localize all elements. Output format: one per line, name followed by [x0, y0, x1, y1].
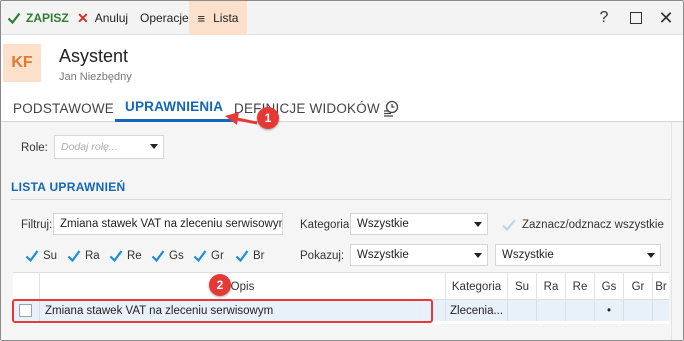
column-header[interactable]: Gs: [594, 273, 623, 300]
column-header[interactable]: Br: [652, 273, 669, 300]
table-header: Opis Kategoria Su Ra Re Gs Gr Br: [13, 273, 669, 300]
category-label: Kategoria:: [300, 219, 353, 231]
cancel-label: Anuluj: [94, 11, 129, 25]
check-label: Gs: [169, 250, 184, 262]
check-label: Su: [43, 250, 58, 262]
check-icon: [235, 250, 249, 263]
check-label: Re: [127, 250, 142, 262]
scrollbar[interactable]: [671, 122, 683, 340]
step-badge-2: 2: [209, 274, 231, 296]
page-subtitle: Jan Niezbędny: [59, 71, 132, 83]
check-icon: [25, 250, 39, 263]
check-icon: [151, 250, 165, 263]
help-icon[interactable]: ?: [589, 1, 619, 35]
avatar: KF: [3, 44, 41, 82]
page-title: Asystent: [59, 46, 129, 66]
check-label: Br: [253, 250, 265, 262]
roles-select[interactable]: Dodaj rolę...: [54, 135, 164, 159]
tab-basic[interactable]: PODSTAWOWE: [13, 94, 114, 122]
gr-cell[interactable]: [623, 300, 652, 321]
tab-view-definitions[interactable]: DEFINICJE WIDOKÓW: [234, 94, 380, 122]
filter-input[interactable]: Zmiana stawek VAT na zleceniu serwisowym: [53, 213, 283, 235]
chevron-down-icon: [474, 222, 482, 227]
gs-cell[interactable]: •: [594, 300, 623, 321]
secondary-select[interactable]: Wszystkie: [495, 244, 661, 266]
chevron-down-icon: [150, 144, 158, 149]
checkmark-outline-icon: [502, 219, 516, 231]
check-icon: [7, 12, 21, 25]
header-select-column: [13, 273, 39, 300]
check-gs[interactable]: Gs: [151, 247, 184, 265]
chevron-down-icon: [474, 253, 482, 258]
operations-button[interactable]: Operacje: [140, 1, 189, 35]
show-select[interactable]: Wszystkie: [350, 244, 488, 266]
step-badge-1: 1: [257, 107, 279, 129]
column-header[interactable]: Ra: [536, 273, 565, 300]
check-re[interactable]: Re: [109, 247, 142, 265]
list-button[interactable]: ≡ Lista: [189, 1, 247, 35]
hamburger-icon: ≡: [197, 10, 206, 26]
clock-icon: [384, 100, 399, 117]
secondary-value: Wszystkie: [502, 249, 554, 261]
check-ra[interactable]: Ra: [67, 247, 100, 265]
highlight-box: [12, 299, 433, 323]
column-header[interactable]: Gr: [623, 273, 652, 300]
save-label: ZAPISZ: [26, 11, 69, 25]
filter-label: Filtruj:: [21, 219, 53, 231]
check-label: Ra: [85, 250, 100, 262]
category-value: Wszystkie: [357, 218, 409, 230]
tab-permissions[interactable]: UPRAWNIENIA: [115, 94, 234, 122]
cancel-button[interactable]: ✕ Anuluj: [77, 1, 128, 35]
check-icon: [67, 250, 81, 263]
show-value: Wszystkie: [357, 249, 409, 261]
toolbar: ZAPISZ ✕ Anuluj Operacje ≡ Lista ? ✕: [1, 1, 683, 35]
br-cell[interactable]: [652, 300, 669, 321]
list-label: Lista: [213, 11, 239, 25]
check-label: Gr: [211, 250, 224, 262]
check-icon: [193, 250, 207, 263]
check-gr[interactable]: Gr: [193, 247, 224, 265]
save-button[interactable]: ZAPISZ: [7, 1, 69, 35]
close-icon: ✕: [77, 9, 89, 26]
maximize-icon[interactable]: [621, 1, 651, 35]
check-br[interactable]: Br: [235, 247, 265, 265]
toggle-all-button[interactable]: Zaznacz/odznacz wszystkie: [501, 217, 664, 233]
ra-cell[interactable]: [536, 300, 565, 321]
window-close-icon[interactable]: ✕: [651, 1, 681, 35]
column-header[interactable]: Re: [565, 273, 594, 300]
column-header[interactable]: Kategoria: [445, 273, 507, 300]
tab-bar: PODSTAWOWE UPRAWNIENIA DEFINICJE WIDOKÓW: [1, 94, 683, 122]
section-divider: [11, 199, 671, 200]
roles-placeholder: Dodaj rolę...: [61, 141, 118, 153]
record-header: KF Asystent Jan Niezbędny: [1, 36, 683, 94]
show-label: Pokazuj:: [300, 250, 345, 262]
chevron-down-icon: [647, 253, 655, 258]
category-cell: Zlecenia...: [445, 300, 507, 321]
re-cell[interactable]: [565, 300, 594, 321]
check-su[interactable]: Su: [25, 247, 57, 265]
roles-label: Role:: [21, 142, 48, 154]
category-select[interactable]: Wszystkie: [350, 213, 488, 235]
history-icon[interactable]: [381, 94, 401, 122]
column-header[interactable]: Su: [507, 273, 536, 300]
section-title: LISTA UPRAWNIEŃ: [11, 180, 126, 194]
column-header[interactable]: Opis: [39, 273, 445, 300]
window-frame: ZAPISZ ✕ Anuluj Operacje ≡ Lista ? ✕ KF …: [0, 0, 684, 341]
su-cell[interactable]: [507, 300, 536, 321]
check-icon: [109, 250, 123, 263]
toggle-all-label: Zaznacz/odznacz wszystkie: [522, 219, 664, 231]
